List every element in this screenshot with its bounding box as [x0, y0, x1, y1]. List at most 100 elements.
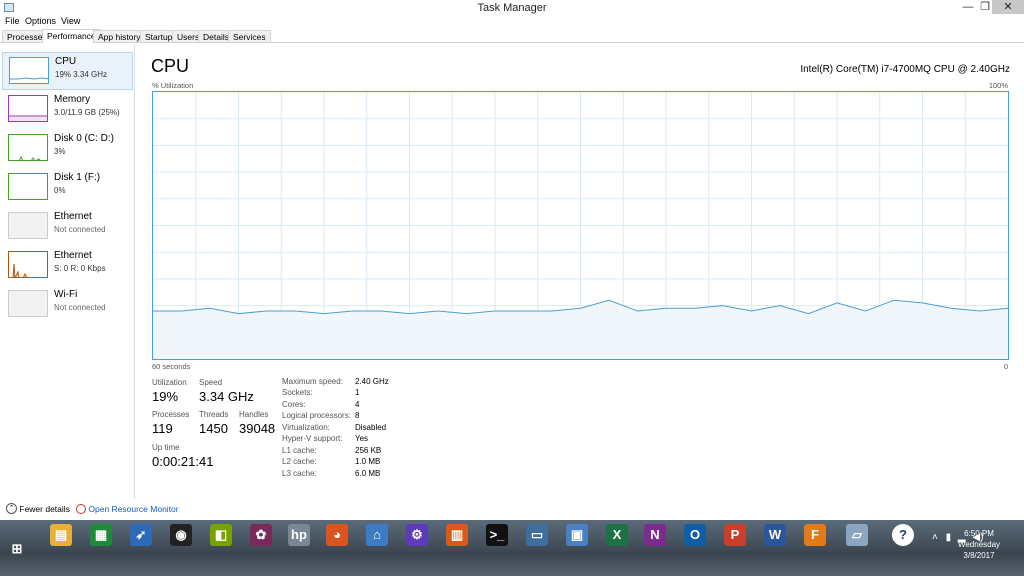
picture-icon[interactable]: ▣ [566, 524, 588, 546]
excel-icon[interactable]: X [606, 524, 628, 546]
spec-label: L1 cache: [282, 446, 317, 455]
tab-services[interactable]: Services [228, 30, 271, 43]
sidebar-item-label: Disk 0 (C: D:) [54, 133, 114, 144]
threads-value: 1450 [199, 421, 228, 436]
sidebar-item-detail: 0% [54, 186, 66, 195]
sidebar-item-label: Disk 1 (F:) [54, 172, 101, 183]
start-icon[interactable]: ⊞ [6, 538, 28, 560]
uptime-value: 0:00:21:41 [152, 454, 214, 469]
task-manager-icon[interactable]: ▱ [846, 524, 868, 546]
file-explorer-icon[interactable]: ▤ [50, 524, 72, 546]
spec-value: 1 [355, 388, 360, 397]
sidebar-item-detail: Not connected [54, 303, 106, 312]
spec-label: Maximum speed: [282, 377, 343, 386]
menu-file[interactable]: File [5, 16, 20, 26]
wifi-thumbnail-graph [8, 290, 48, 317]
spec-label: L3 cache: [282, 469, 317, 478]
sidebar-item-label: Memory [54, 94, 91, 105]
tab-app-history[interactable]: App history [93, 30, 146, 43]
sidebar-item-ethernet-1[interactable]: Ethernet Not connected [2, 208, 133, 246]
processes-value: 119 [152, 421, 173, 436]
spec-value: Disabled [355, 423, 387, 432]
hp-icon[interactable]: hp [288, 524, 310, 546]
media-player-icon[interactable]: ◉ [170, 524, 192, 546]
spec-label: Hyper-V support: [282, 434, 343, 443]
spec-value: 2.40 GHz [355, 377, 389, 386]
spec-label: Logical processors: [282, 411, 351, 420]
spec-label: Cores: [282, 400, 306, 409]
close-button[interactable]: ✕ [992, 0, 1024, 14]
remote-desktop-icon[interactable]: ▭ [526, 524, 548, 546]
sidebar-item-detail: 19% 3.34 GHz [55, 70, 108, 79]
equalizer-icon[interactable]: ▥ [446, 524, 468, 546]
ethernet-2-thumbnail-graph [8, 251, 48, 278]
menu-bar: File Options View [0, 16, 1024, 30]
memory-thumbnail-graph [8, 95, 48, 122]
minimize-button[interactable]: — [958, 0, 978, 14]
utilization-label: Utilization [152, 378, 187, 387]
cpu-thumbnail-graph [9, 57, 49, 84]
help-icon[interactable]: ? [892, 524, 914, 546]
firefox-icon[interactable]: ◕ [326, 524, 348, 546]
spec-value: 1.0 MB [355, 457, 381, 466]
sidebar-item-wifi[interactable]: Wi-Fi Not connected [2, 286, 133, 324]
sidebar-item-disk-0[interactable]: Disk 0 (C: D:) 3% [2, 130, 133, 168]
spec-label: L2 cache: [282, 457, 317, 466]
f-app-icon[interactable]: F [804, 524, 826, 546]
open-resource-monitor-link[interactable]: Open Resource Monitor [76, 503, 179, 514]
spec-label: Sockets: [282, 388, 313, 397]
page-title: CPU [151, 56, 190, 76]
clock-date: 3/8/2017 [963, 551, 995, 560]
menu-view[interactable]: View [61, 16, 80, 26]
utilization-max-label: 100% [988, 81, 1008, 90]
resource-sidebar: CPU 19% 3.34 GHz Memory 3.0/11.9 GB (25%… [0, 44, 135, 499]
powerpoint-icon[interactable]: P [724, 524, 746, 546]
settings-icon[interactable]: ⚙ [406, 524, 428, 546]
sidebar-item-cpu[interactable]: CPU 19% 3.34 GHz [2, 52, 133, 90]
sidebar-item-label: Wi-Fi [54, 289, 78, 300]
sidebar-item-detail: 3% [54, 147, 66, 156]
network-icon[interactable]: ⌂ [366, 524, 388, 546]
sidebar-item-memory[interactable]: Memory 3.0/11.9 GB (25%) [2, 91, 133, 129]
sidebar-item-detail: 3.0/11.9 GB (25%) [54, 108, 120, 117]
command-prompt-icon[interactable]: >_ [486, 524, 508, 546]
spec-value: 8 [355, 411, 360, 420]
volume-icon[interactable]: ◀) [972, 532, 983, 543]
fewer-details-label: Fewer details [19, 503, 70, 514]
cpu-utilization-graph [152, 91, 1009, 360]
rocket-icon[interactable]: ➶ [130, 524, 152, 546]
speed-value: 3.34 GHz [199, 389, 254, 404]
uptime-label: Up time [152, 443, 180, 452]
sidebar-item-detail: Not connected [54, 225, 106, 234]
menu-options[interactable]: Options [25, 16, 56, 26]
word-icon[interactable]: W [764, 524, 786, 546]
cpu-graph-svg [153, 92, 1008, 359]
spec-value: Yes [355, 434, 369, 443]
nvidia-icon[interactable]: ◧ [210, 524, 232, 546]
disk-1-thumbnail-graph [8, 173, 48, 200]
show-hidden-icons-icon[interactable]: ˄ [932, 532, 938, 543]
power-icon[interactable]: ▮ [946, 532, 952, 543]
window-title: Task Manager [477, 2, 547, 14]
sidebar-item-disk-1[interactable]: Disk 1 (F:) 0% [2, 169, 133, 207]
disk-0-thumbnail-graph [8, 134, 48, 161]
sidebar-item-ethernet-2[interactable]: Ethernet S: 0 R: 0 Kbps [2, 247, 133, 285]
sidebar-item-label: Ethernet [54, 211, 92, 222]
onenote-icon[interactable]: N [644, 524, 666, 546]
time-axis-label: 60 seconds [152, 362, 191, 371]
taskbar: ⊞ ▤ ▦ ➶ ◉ ◧ ✿ hp ◕ ⌂ ⚙ ▥ >_ ▭ ▣ X N O P W F ▱? [0, 520, 1024, 576]
photos-icon[interactable]: ✿ [250, 524, 272, 546]
maximize-button[interactable]: ❐ [978, 0, 992, 14]
spec-value: 4 [355, 400, 360, 409]
fewer-details-button[interactable]: ⌃ Fewer details [6, 503, 70, 515]
outlook-icon[interactable]: O [684, 524, 706, 546]
utilization-axis-label: % Utilization [152, 81, 194, 90]
handles-label: Handles [239, 410, 269, 419]
store-icon[interactable]: ▦ [90, 524, 112, 546]
ethernet-1-thumbnail-graph [8, 212, 48, 239]
tab-performance[interactable]: Performance [42, 29, 101, 43]
tray-icons: ˄ ▮ ▂ ◀) [932, 532, 983, 543]
spec-value: 6.0 MB [355, 469, 381, 478]
processes-label: Processes [152, 410, 190, 419]
network-tray-icon[interactable]: ▂ [958, 532, 966, 543]
